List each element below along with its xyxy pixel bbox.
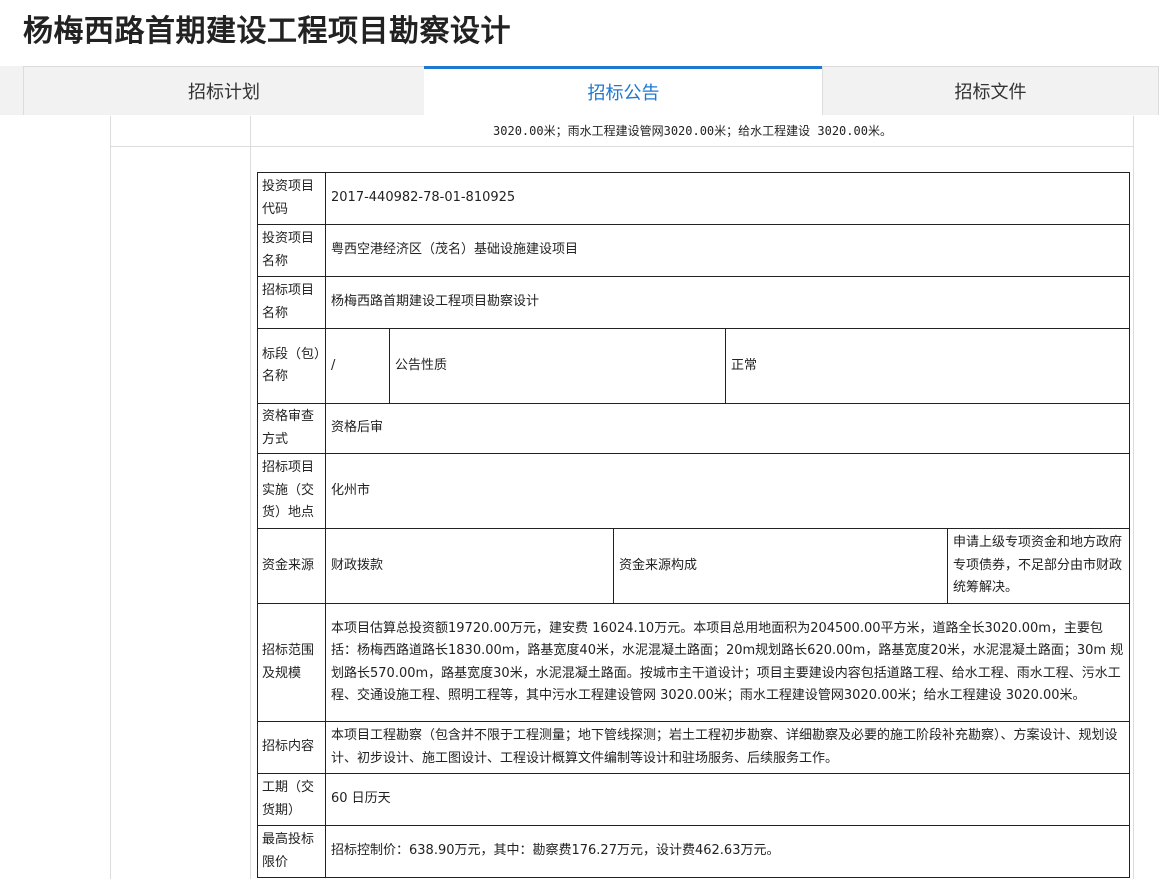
investment-code-label: 投资项目代码	[257, 172, 326, 225]
scope-value: 本项目估算总投资额19720.00万元，建安费 16024.10万元。本项目总用…	[324, 603, 1131, 722]
project-info-table: 投资项目代码 2017-440982-78-01-810925 投资项目名称 粤…	[257, 172, 1131, 878]
announcement-nature-value: 正常	[724, 328, 1131, 404]
table-row: 投资项目名称 粤西空港经济区（茂名）基础设施建设项目	[257, 224, 1131, 277]
investment-name-value: 粤西空港经济区（茂名）基础设施建设项目	[324, 224, 1131, 277]
tender-name-label: 招标项目名称	[257, 276, 326, 329]
table-row: 招标内容 本项目工程勘察（包含并不限于工程测量；地下管线探测；岩土工程初步勘察、…	[257, 721, 1131, 774]
table-row: 招标项目实施（交货）地点 化州市	[257, 453, 1131, 529]
previous-row-text: 3020.00米；雨水工程建设管网3020.00米；给水工程建设 3020.00…	[493, 124, 892, 138]
qualification-value: 资格后审	[324, 403, 1131, 454]
table-row: 招标范围及规模 本项目估算总投资额19720.00万元，建安费 16024.10…	[257, 603, 1131, 722]
funding-structure-value: 申请上级专项资金和地方政府专项债券，不足部分由市财政统筹解决。	[946, 528, 1131, 604]
announcement-nature-label: 公告性质	[389, 328, 726, 404]
funding-value: 财政拨款	[325, 528, 614, 604]
table-row: 资金来源 财政拨款 资金来源构成 申请上级专项资金和地方政府专项债券，不足部分由…	[257, 528, 1131, 604]
section-value: /	[325, 328, 390, 404]
content-value: 本项目工程勘察（包含并不限于工程测量；地下管线探测；岩土工程初步勘察、详细勘察及…	[324, 721, 1131, 774]
funding-label: 资金来源	[257, 528, 326, 604]
table-row: 投资项目代码 2017-440982-78-01-810925	[257, 172, 1131, 225]
scope-label: 招标范围及规模	[257, 603, 326, 722]
funding-structure-label: 资金来源构成	[613, 528, 948, 604]
table-row: 工期（交货期） 60 日历天	[257, 773, 1131, 826]
content-label: 招标内容	[257, 721, 326, 774]
investment-name-label: 投资项目名称	[257, 224, 326, 277]
investment-code-value: 2017-440982-78-01-810925	[324, 172, 1131, 225]
section-label: 标段（包）名称	[257, 328, 326, 404]
location-value: 化州市	[324, 453, 1131, 529]
duration-value: 60 日历天	[324, 773, 1131, 826]
table-row: 资格审查方式 资格后审	[257, 403, 1131, 454]
qualification-label: 资格审查方式	[257, 403, 326, 454]
frame-row-divider	[110, 146, 1134, 147]
tab-bidding-documents[interactable]: 招标文件	[822, 66, 1159, 115]
table-row: 标段（包）名称 / 公告性质 正常	[257, 328, 1131, 404]
duration-label: 工期（交货期）	[257, 773, 326, 826]
table-row: 最高投标限价 招标控制价：638.90万元，其中：勘察费176.27万元，设计费…	[257, 825, 1131, 878]
page-title: 杨梅西路首期建设工程项目勘察设计	[23, 14, 511, 49]
max-price-label: 最高投标限价	[257, 825, 326, 878]
max-price-value: 招标控制价：638.90万元，其中：勘察费176.27万元，设计费462.63万…	[324, 825, 1131, 878]
location-label: 招标项目实施（交货）地点	[257, 453, 326, 529]
tab-bidding-announcement[interactable]: 招标公告	[424, 66, 823, 115]
table-row: 招标项目名称 杨梅西路首期建设工程项目勘察设计	[257, 276, 1131, 329]
tab-bar: 招标计划 招标公告 招标文件	[0, 66, 1159, 115]
tab-bidding-plan[interactable]: 招标计划	[23, 66, 425, 115]
frame-divider	[250, 116, 251, 879]
tender-name-value: 杨梅西路首期建设工程项目勘察设计	[324, 276, 1131, 329]
